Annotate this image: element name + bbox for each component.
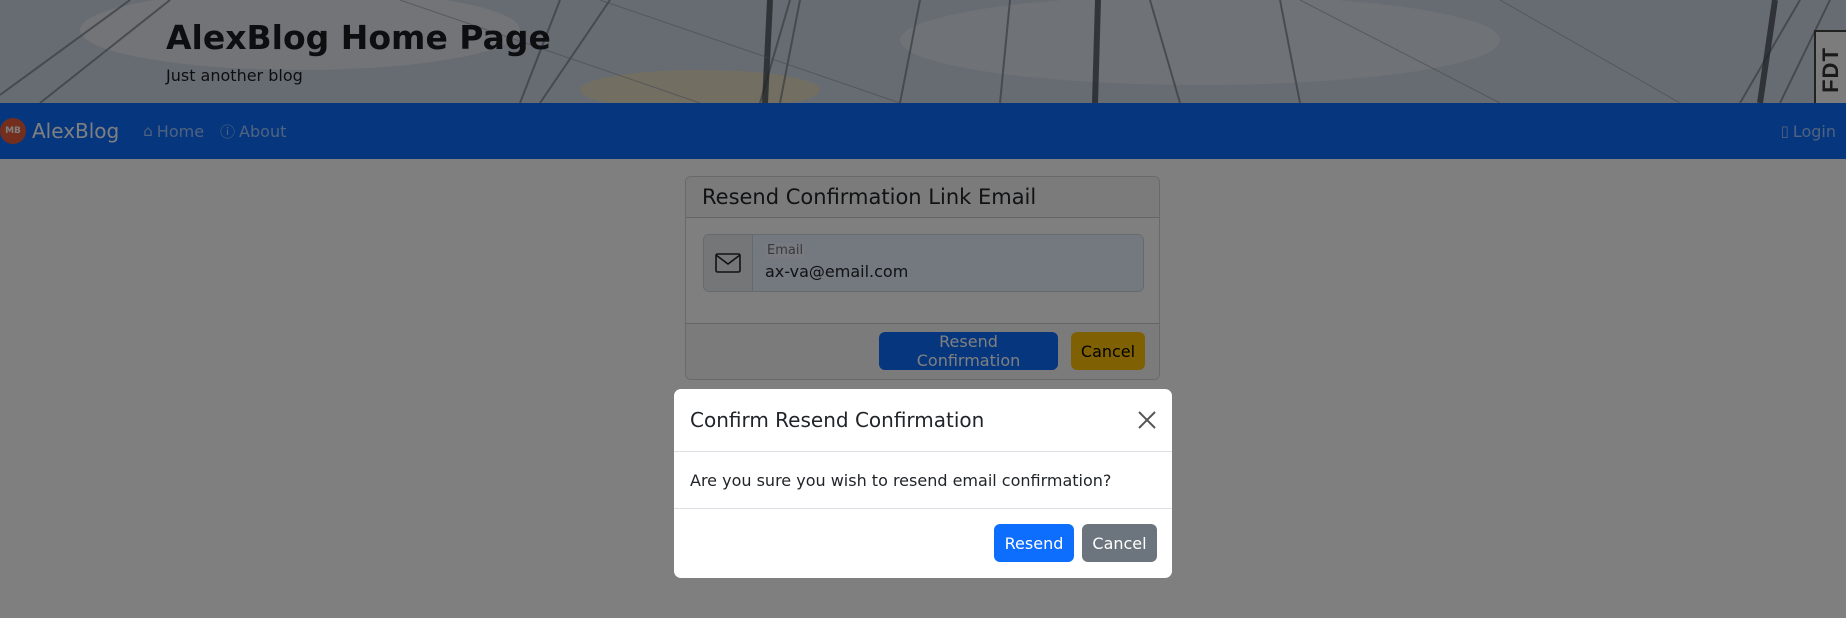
- modal-body-text: Are you sure you wish to resend email co…: [674, 452, 1172, 509]
- close-icon[interactable]: [1136, 409, 1158, 431]
- confirm-resend-modal: Confirm Resend Confirmation Are you sure…: [674, 389, 1172, 578]
- modal-footer: Resend Cancel: [674, 509, 1172, 578]
- modal-header: Confirm Resend Confirmation: [674, 389, 1172, 452]
- modal-resend-button[interactable]: Resend: [994, 524, 1074, 562]
- modal-title: Confirm Resend Confirmation: [690, 408, 985, 432]
- modal-cancel-button[interactable]: Cancel: [1082, 524, 1157, 562]
